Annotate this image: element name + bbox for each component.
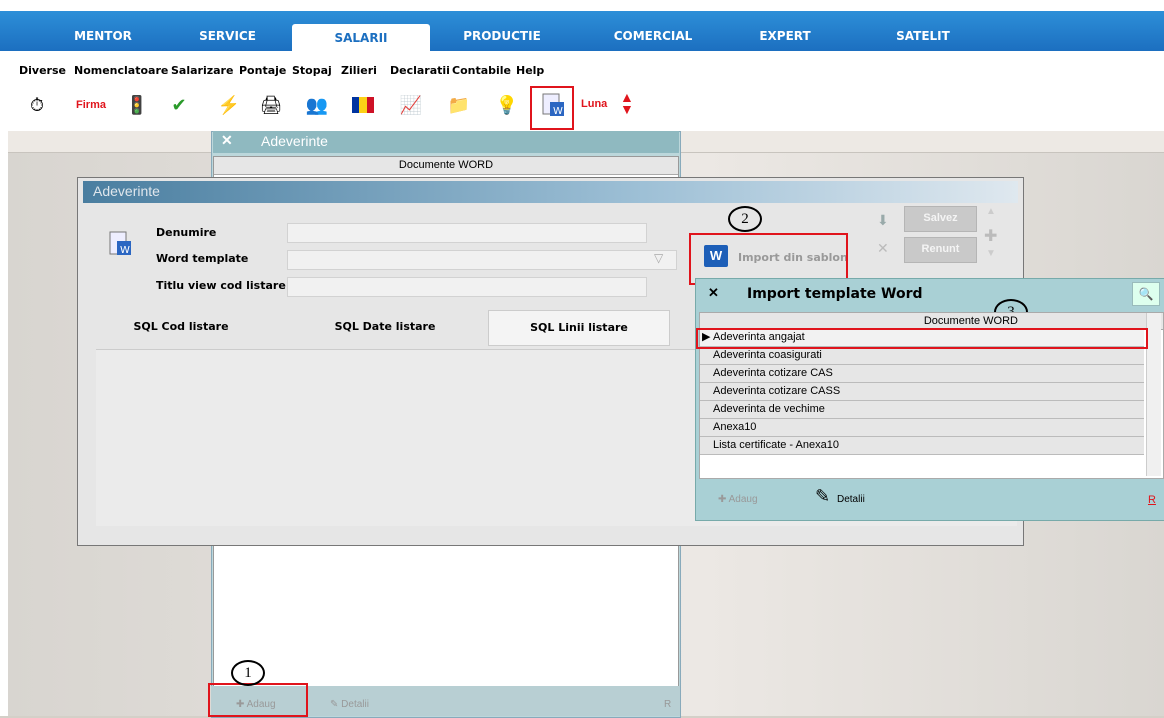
folder-icon[interactable]: 📁: [446, 92, 472, 118]
list-item[interactable]: Adeverinta cotizare CASS: [700, 383, 1144, 401]
menu-contabile[interactable]: Contabile: [452, 64, 511, 77]
popup-r-label: R: [1148, 494, 1156, 506]
popup-details-button[interactable]: Detalii: [837, 494, 865, 505]
clock-icon[interactable]: ⏱: [24, 92, 50, 118]
menu-zilieri[interactable]: Zilieri: [341, 64, 377, 77]
checkmark-document-icon[interactable]: ✔: [166, 92, 192, 118]
popup-title: Import template Word: [747, 286, 923, 302]
list-item[interactable]: Lista certificate - Anexa10: [700, 437, 1144, 455]
modal-title-bar: Adeverinte: [83, 181, 1018, 203]
module-tab-bar: [0, 11, 1164, 51]
row-label: Adeverinta coasigurati: [713, 349, 822, 361]
lightbulb-icon[interactable]: 💡: [494, 92, 520, 118]
pencil-icon[interactable]: ✎: [815, 486, 830, 507]
row-label: Adeverinta cotizare CAS: [713, 367, 833, 379]
close-icon[interactable]: ✕: [221, 132, 233, 149]
list-item[interactable]: Adeverinta coasigurati: [700, 347, 1144, 365]
chevron-down-icon[interactable]: ▽: [654, 251, 663, 265]
tab-service[interactable]: SERVICE: [180, 22, 275, 51]
titlu-view-label: Titlu view cod listare: [156, 279, 286, 292]
list-details-button[interactable]: ✎ Detalii: [330, 699, 369, 710]
down-arrow-icon[interactable]: ▼: [986, 248, 996, 259]
svg-text:W: W: [120, 245, 130, 256]
adeverinte-list-header: ✕ Adeverinte: [213, 131, 679, 153]
annotation-2: 2: [728, 206, 762, 232]
popup-close-icon[interactable]: ✕: [708, 285, 719, 301]
list-item[interactable]: Anexa10: [700, 419, 1144, 437]
annotation-1: 1: [231, 660, 265, 686]
window-top-strip: [0, 0, 1164, 11]
plus-icon[interactable]: ✚: [984, 226, 997, 246]
users-icon[interactable]: 👥: [304, 92, 330, 118]
firma-button[interactable]: Firma: [74, 92, 108, 118]
list-item[interactable]: Adeverinta de vechime: [700, 401, 1144, 419]
lightning-icon[interactable]: ⚡: [216, 92, 242, 118]
traffic-light-icon[interactable]: 🚦: [124, 92, 150, 118]
menu-help[interactable]: Help: [516, 64, 544, 77]
highlight-add-button: [208, 683, 308, 717]
menu-nomenclatoare[interactable]: Nomenclatoare: [74, 64, 168, 77]
search-icon[interactable]: 🔍: [1132, 282, 1160, 306]
tab-satelit[interactable]: SATELIT: [878, 22, 968, 51]
luna-label[interactable]: Luna: [581, 98, 607, 110]
denumire-label: Denumire: [156, 226, 217, 239]
tab-productie[interactable]: PRODUCTIE: [452, 22, 552, 51]
tab-sql-date-listare[interactable]: SQL Date listare: [300, 310, 470, 344]
popup-add-label: Adaug: [728, 494, 758, 505]
menu-pontaje[interactable]: Pontaje: [239, 64, 286, 77]
save-button[interactable]: Salvez: [904, 206, 977, 232]
list-column-header: Documente WORD: [214, 157, 678, 175]
list-item[interactable]: Adeverinta cotizare CAS: [700, 365, 1144, 383]
denumire-input[interactable]: [287, 223, 647, 243]
ruler-right: [680, 131, 1164, 153]
menu-stopaj[interactable]: Stopaj: [292, 64, 332, 77]
word-template-select[interactable]: [287, 250, 677, 270]
popup-scrollbar[interactable]: [1146, 313, 1161, 476]
word-template-label: Word template: [156, 252, 249, 265]
menu-declaratii[interactable]: Declaratii: [390, 64, 450, 77]
popup-add-button[interactable]: ✚ Adaug: [718, 494, 758, 505]
chart-icon[interactable]: 📈: [398, 92, 424, 118]
romania-flag-icon[interactable]: [350, 92, 376, 118]
tab-mentor[interactable]: MENTOR: [58, 22, 148, 51]
luna-stepper-icon[interactable]: ▲ ▼: [620, 90, 634, 116]
row-label: Adeverinta cotizare CASS: [713, 385, 841, 397]
row-label: Adeverinta de vechime: [713, 403, 825, 415]
workspace-left-edge: [0, 131, 8, 716]
cancel-icon: ✕: [877, 240, 889, 256]
highlight-selected-row: [696, 328, 1148, 349]
ruler-left: [8, 131, 211, 153]
row-label: Lista certificate - Anexa10: [713, 439, 839, 451]
titlu-view-input[interactable]: [287, 277, 647, 297]
tab-sql-linii-listare[interactable]: SQL Linii listare: [488, 310, 670, 346]
save-icon: ⬇: [877, 212, 889, 228]
tab-salarii[interactable]: SALARII: [292, 24, 430, 51]
modal-title: Adeverinte: [93, 183, 160, 199]
word-template-icon: W: [108, 230, 134, 261]
tab-comercial[interactable]: COMERCIAL: [598, 22, 708, 51]
menu-diverse[interactable]: Diverse: [19, 64, 66, 77]
menu-salarizare[interactable]: Salarizare: [171, 64, 233, 77]
tab-expert[interactable]: EXPERT: [735, 22, 835, 51]
tab-sql-cod-listare[interactable]: SQL Cod listare: [96, 310, 266, 344]
up-arrow-icon[interactable]: ▲: [986, 206, 996, 217]
printer-icon[interactable]: 🖨: [258, 92, 284, 118]
list-details-label: Detalii: [341, 699, 369, 710]
highlight-word-icon: [530, 86, 574, 130]
row-label: Anexa10: [713, 421, 757, 433]
cancel-button[interactable]: Renunt: [904, 237, 977, 263]
list-r-label: R: [664, 699, 672, 710]
list-panel-title: Adeverinte: [261, 133, 328, 149]
